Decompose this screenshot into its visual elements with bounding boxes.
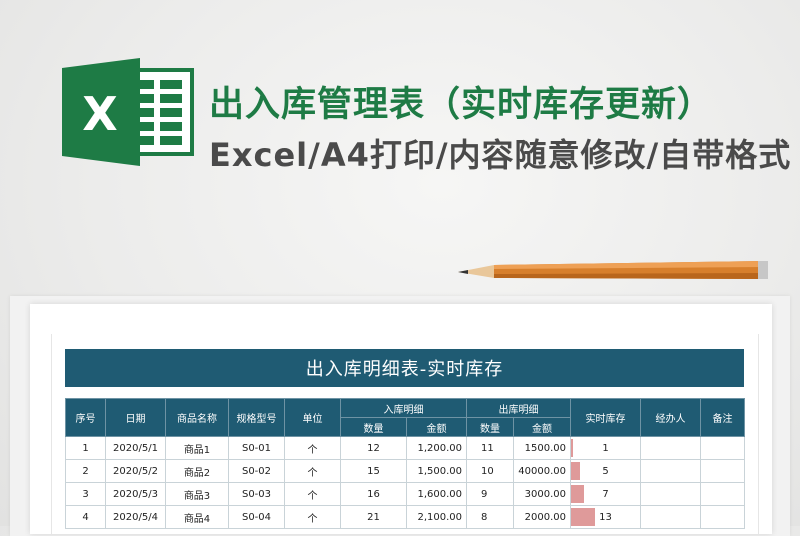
cell-index[interactable]: 2 <box>65 459 106 483</box>
cell-stock[interactable]: 13 <box>570 505 641 529</box>
col-header-out-qty: 数量 <box>466 417 514 437</box>
cell-in-qty[interactable]: 12 <box>340 436 407 460</box>
page-subtitle: Excel/A4打印/内容随意修改/自带格式 <box>209 136 792 174</box>
cell-date[interactable]: 2020/5/2 <box>105 459 166 483</box>
cell-in-amount[interactable]: 1,600.00 <box>406 482 467 506</box>
table-row: 3 2020/5/3 商品3 S0-03 个 16 1,600.00 9 300… <box>65 482 745 506</box>
cell-name[interactable]: 商品4 <box>165 505 229 529</box>
cell-out-amount[interactable]: 2000.00 <box>513 505 571 529</box>
cell-out-qty[interactable]: 10 <box>466 459 514 483</box>
col-header-outbound: 出库明细 <box>466 398 571 418</box>
inventory-table: 序号 日期 商品名称 规格型号 单位 入库明细 出库明细 实时库存 经办人 备注… <box>65 398 745 529</box>
cell-stock[interactable]: 5 <box>570 459 641 483</box>
cell-name[interactable]: 商品2 <box>165 459 229 483</box>
cell-spec[interactable]: S0-03 <box>228 482 285 506</box>
stock-databar <box>571 485 584 503</box>
cell-spec[interactable]: S0-02 <box>228 459 285 483</box>
cell-spec[interactable]: S0-04 <box>228 505 285 529</box>
table-row: 2 2020/5/2 商品2 S0-02 个 15 1,500.00 10 40… <box>65 459 745 483</box>
cell-stock[interactable]: 1 <box>570 436 641 460</box>
cell-unit[interactable]: 个 <box>284 505 341 529</box>
cell-out-qty[interactable]: 9 <box>466 482 514 506</box>
cell-handler[interactable] <box>640 482 701 506</box>
cell-out-amount[interactable]: 3000.00 <box>513 482 571 506</box>
cell-in-amount[interactable]: 1,500.00 <box>406 459 467 483</box>
stock-databar <box>571 439 573 457</box>
cell-remark[interactable] <box>700 505 745 529</box>
cell-index[interactable]: 3 <box>65 482 106 506</box>
cell-in-qty[interactable]: 15 <box>340 459 407 483</box>
stock-databar <box>571 462 581 480</box>
cell-out-amount[interactable]: 1500.00 <box>513 436 571 460</box>
cell-handler[interactable] <box>640 459 701 483</box>
cell-in-amount[interactable]: 1,200.00 <box>406 436 467 460</box>
cell-index[interactable]: 1 <box>65 436 106 460</box>
cell-date[interactable]: 2020/5/1 <box>105 436 166 460</box>
excel-logo-letter: X <box>82 87 117 141</box>
col-header-index: 序号 <box>65 398 106 437</box>
col-header-inbound: 入库明细 <box>340 398 467 418</box>
cell-unit[interactable]: 个 <box>284 459 341 483</box>
cell-name[interactable]: 商品3 <box>165 482 229 506</box>
excel-logo-icon: X <box>62 58 194 166</box>
col-header-in-qty: 数量 <box>340 417 407 437</box>
cell-handler[interactable] <box>640 505 701 529</box>
table-row: 1 2020/5/1 商品1 S0-01 个 12 1,200.00 11 15… <box>65 436 745 460</box>
cell-stock[interactable]: 7 <box>570 482 641 506</box>
col-header-in-amount: 金额 <box>406 417 467 437</box>
cell-date[interactable]: 2020/5/4 <box>105 505 166 529</box>
col-header-unit: 单位 <box>284 398 341 437</box>
cell-name[interactable]: 商品1 <box>165 436 229 460</box>
stock-value: 13 <box>599 511 612 523</box>
cell-in-qty[interactable]: 16 <box>340 482 407 506</box>
cell-in-amount[interactable]: 2,100.00 <box>406 505 467 529</box>
cell-unit[interactable]: 个 <box>284 436 341 460</box>
col-header-stock: 实时库存 <box>570 398 641 437</box>
cell-handler[interactable] <box>640 436 701 460</box>
cell-remark[interactable] <box>700 436 745 460</box>
stock-value: 7 <box>602 488 609 500</box>
stock-databar <box>571 508 595 526</box>
cell-unit[interactable]: 个 <box>284 482 341 506</box>
page-title: 出入库管理表（实时库存更新） <box>209 85 714 125</box>
stock-value: 5 <box>602 465 609 477</box>
cell-out-amount[interactable]: 40000.00 <box>513 459 571 483</box>
col-header-handler: 经办人 <box>640 398 701 437</box>
cell-index[interactable]: 4 <box>65 505 106 529</box>
pencil-icon <box>458 261 768 279</box>
table-row: 4 2020/5/4 商品4 S0-04 个 21 2,100.00 8 200… <box>65 505 745 529</box>
col-header-out-amount: 金额 <box>513 417 571 437</box>
col-header-date: 日期 <box>105 398 166 437</box>
cell-spec[interactable]: S0-01 <box>228 436 285 460</box>
col-header-spec: 规格型号 <box>228 398 285 437</box>
cell-remark[interactable] <box>700 482 745 506</box>
cell-remark[interactable] <box>700 459 745 483</box>
stock-value: 1 <box>602 442 609 454</box>
col-header-remark: 备注 <box>700 398 745 437</box>
sheet-banner-title: 出入库明细表-实时库存 <box>65 349 744 387</box>
cell-out-qty[interactable]: 11 <box>466 436 514 460</box>
col-header-name: 商品名称 <box>165 398 229 437</box>
cell-out-qty[interactable]: 8 <box>466 505 514 529</box>
cell-date[interactable]: 2020/5/3 <box>105 482 166 506</box>
cell-in-qty[interactable]: 21 <box>340 505 407 529</box>
